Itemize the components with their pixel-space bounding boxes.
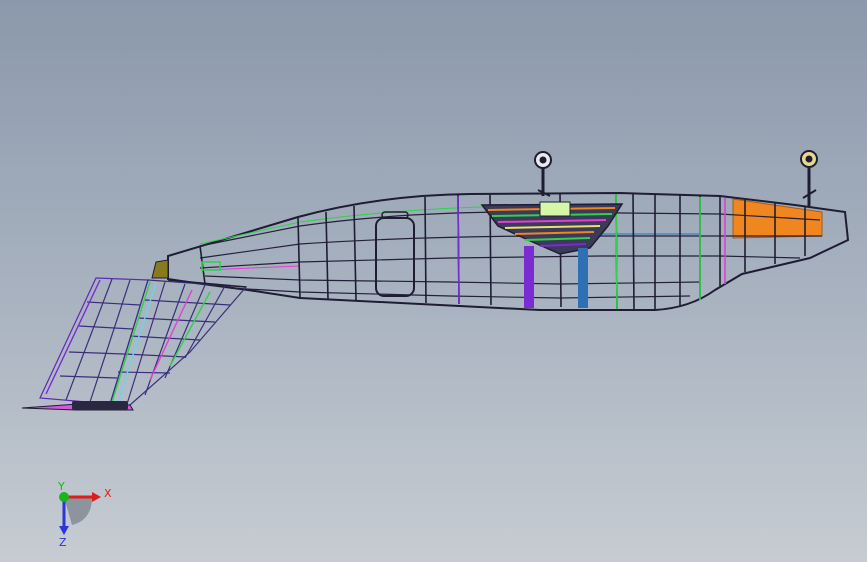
wing-tip-probe bbox=[21, 401, 134, 411]
cad-graphics-viewport[interactable]: X Y Z bbox=[0, 0, 867, 562]
lifting-lug-rear bbox=[800, 150, 818, 206]
wing-colored-members bbox=[45, 279, 211, 403]
nose-bracket bbox=[201, 261, 221, 271]
aircraft-fuselage-wireframe-model[interactable] bbox=[0, 0, 867, 562]
lifting-lug-front bbox=[534, 151, 552, 197]
wing-strut bbox=[167, 279, 247, 288]
colored-stringers bbox=[199, 205, 700, 271]
fuselage-door bbox=[375, 217, 415, 297]
cabin-structure bbox=[480, 201, 624, 308]
nose-plate bbox=[151, 259, 169, 279]
